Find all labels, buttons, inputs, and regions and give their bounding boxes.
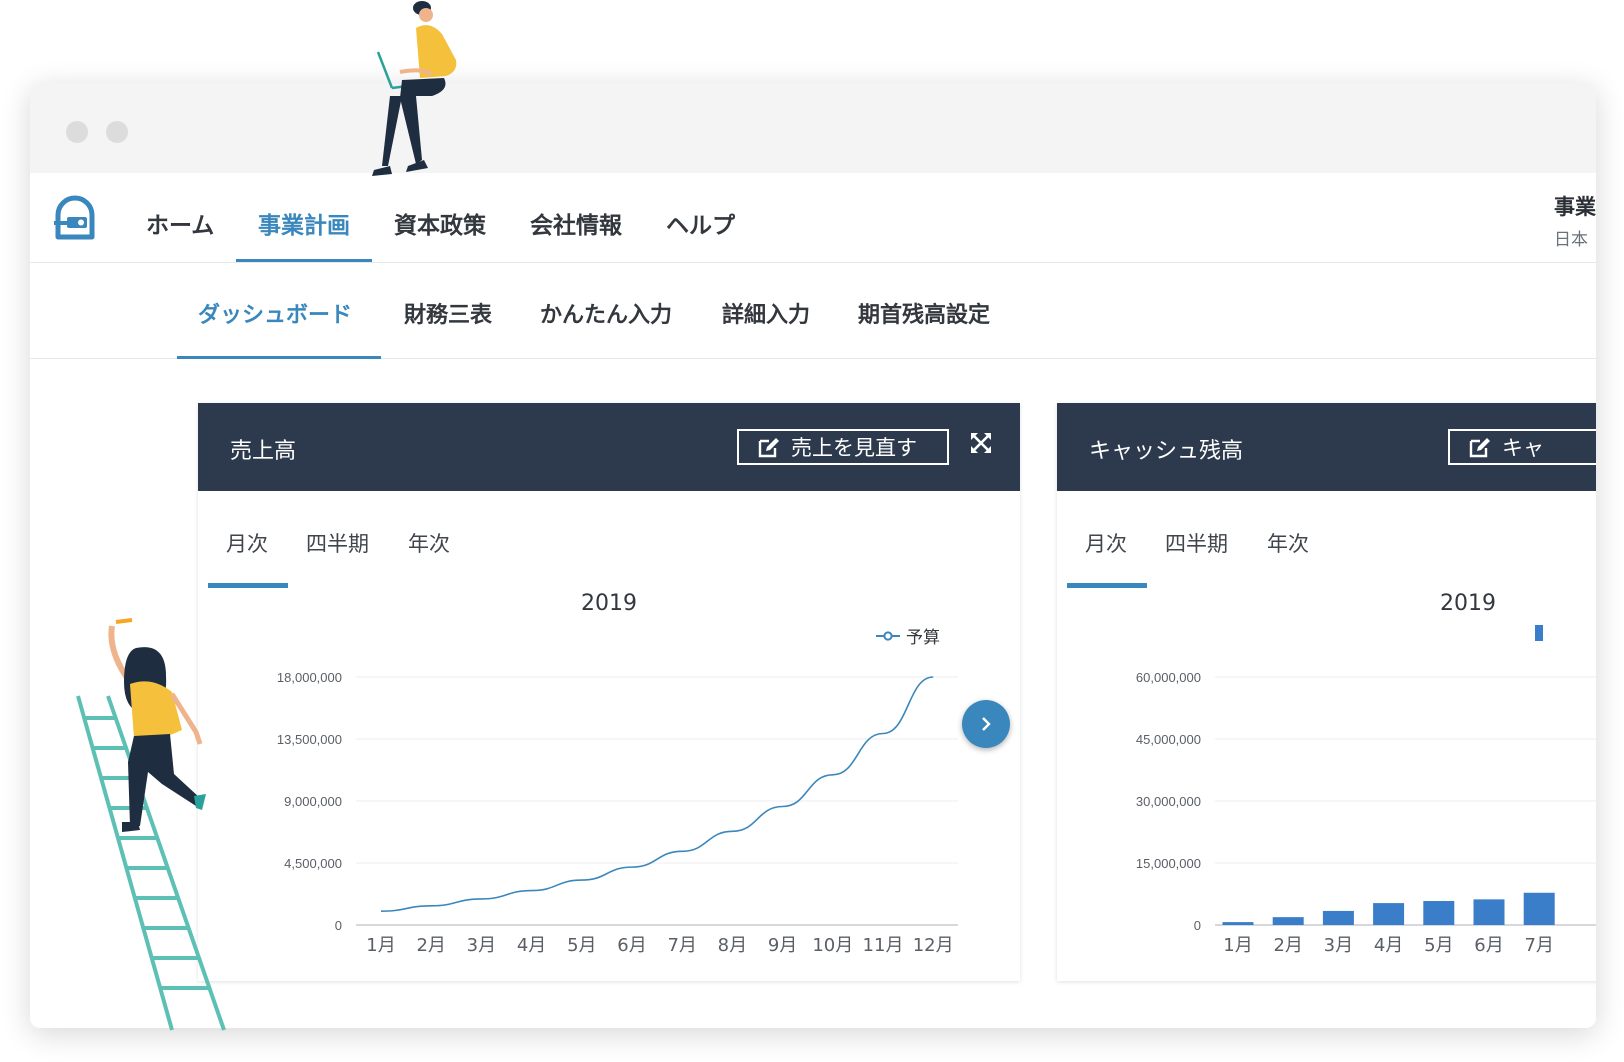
app-window: ホーム 事業計画 資本政策 会社情報 ヘルプ 事業 日本 ダッシュボード 財務三… [30, 83, 1596, 1028]
sales-tab-yearly[interactable]: 年次 [408, 528, 450, 558]
series-line-budget [380, 676, 934, 913]
bar [1322, 910, 1354, 925]
x-tick-label: 1月 [1223, 935, 1252, 956]
x-tick-label: 11月 [863, 935, 904, 956]
x-tick-label: 7月 [1524, 935, 1553, 956]
cash-tab-monthly[interactable]: 月次 [1085, 528, 1127, 558]
main-nav: ホーム 事業計画 資本政策 会社情報 ヘルプ 事業 日本 [30, 173, 1596, 263]
chevron-right-icon [982, 717, 991, 731]
cash-tab-yearly[interactable]: 年次 [1267, 528, 1309, 558]
cash-card-title: キャッシュ残高 [1089, 439, 1244, 464]
bar [1222, 922, 1254, 925]
account-menu[interactable]: 事業 日本 [1554, 191, 1596, 250]
cash-chart-title: 2019 [1440, 591, 1496, 616]
sales-tab-monthly[interactable]: 月次 [226, 528, 268, 558]
sales-card-header: 売上高 売上を見直す [198, 403, 1020, 491]
y-tick-label: 0 [335, 918, 342, 933]
subnav-item-easy-input[interactable]: かんたん入力 [540, 297, 672, 329]
subnav-item-opening-balance[interactable]: 期首残高設定 [858, 297, 990, 329]
bar [1373, 903, 1405, 925]
y-tick-label: 18,000,000 [277, 670, 342, 685]
cash-card-header: キャッシュ残高 キャ [1057, 403, 1596, 491]
account-sub: 日本 [1554, 230, 1588, 250]
x-tick-label: 10月 [812, 935, 853, 956]
x-tick-label: 3月 [467, 935, 496, 956]
nav-item-business-plan[interactable]: 事業計画 [258, 206, 350, 240]
x-tick-label: 5月 [1424, 935, 1453, 956]
illustration-woman-ladder [76, 618, 226, 1031]
app-logo-icon[interactable] [50, 193, 100, 243]
bar [1423, 901, 1455, 925]
review-cash-button[interactable]: キャ [1448, 429, 1596, 465]
sales-line-chart: 18,000,000 13,500,000 9,000,000 4,500,000 0 1… [277, 670, 958, 956]
sales-card: 売上高 売上を見直す 月次 四半期 年次 2019 予算 18,000,000 … [198, 403, 1020, 981]
subnav-item-financial-statements[interactable]: 財務三表 [404, 297, 492, 329]
x-tick-label: 7月 [667, 935, 696, 956]
nav-item-help[interactable]: ヘルプ [666, 206, 735, 240]
account-name: 事業 [1554, 195, 1596, 219]
sales-tab-indicator [208, 583, 288, 588]
x-tick-label: 3月 [1324, 935, 1353, 956]
nav-active-indicator [236, 259, 372, 262]
window-control-close[interactable] [66, 121, 88, 143]
x-tick-label: 5月 [567, 935, 596, 956]
y-tick-label: 9,000,000 [284, 794, 342, 809]
x-tick-label: 4月 [517, 935, 546, 956]
illustration-man-laptop [372, 1, 457, 176]
x-tick-label: 1月 [366, 935, 395, 956]
subnav-active-indicator [177, 356, 381, 359]
cash-card: キャッシュ残高 キャ 月次 四半期 年次 2019 60,000,000 45,0… [1057, 403, 1596, 981]
x-tick-label: 9月 [768, 935, 797, 956]
review-sales-button-label: 売上を見直す [791, 436, 917, 460]
edit-icon [1469, 438, 1490, 458]
sales-tab-quarterly[interactable]: 四半期 [306, 528, 369, 558]
nav-item-capital-policy[interactable]: 資本政策 [394, 206, 486, 240]
x-tick-label: 2月 [1273, 935, 1302, 956]
x-tick-label: 8月 [718, 935, 747, 956]
x-tick-label: 2月 [416, 935, 445, 956]
subnav-item-dashboard[interactable]: ダッシュボード [198, 297, 352, 329]
legend-line-marker-icon [876, 630, 900, 641]
y-tick-label: 0 [1194, 918, 1201, 933]
y-tick-label: 45,000,000 [1136, 732, 1201, 747]
y-tick-label: 15,000,000 [1136, 856, 1201, 871]
cash-bar-chart: 60,000,000 45,000,000 30,000,000 15,000,000… [1136, 670, 1596, 956]
next-chart-button[interactable] [962, 700, 1010, 748]
x-tick-label: 6月 [617, 935, 646, 956]
review-sales-button[interactable]: 売上を見直す [737, 429, 949, 465]
x-tick-label: 6月 [1474, 935, 1503, 956]
x-tick-label: 12月 [913, 935, 954, 956]
sales-card-title: 売上高 [230, 439, 297, 464]
sub-nav: ダッシュボード 財務三表 かんたん入力 詳細入力 期首残高設定 [30, 263, 1596, 359]
cash-tab-quarterly[interactable]: 四半期 [1165, 528, 1228, 558]
edit-icon [758, 438, 779, 458]
sales-chart-title: 2019 [581, 591, 637, 616]
nav-item-company-info[interactable]: 会社情報 [530, 206, 622, 240]
bar [1272, 917, 1304, 925]
review-cash-button-label: キャ [1502, 436, 1544, 460]
y-tick-label: 4,500,000 [284, 856, 342, 871]
bar [1473, 899, 1505, 925]
y-tick-label: 13,500,000 [277, 732, 342, 747]
bar [1523, 892, 1555, 925]
nav-item-home[interactable]: ホーム [146, 206, 214, 240]
y-tick-label: 30,000,000 [1136, 794, 1201, 809]
cash-legend-marker [1535, 625, 1543, 641]
cash-tab-indicator [1067, 583, 1147, 588]
expand-icon[interactable] [969, 431, 993, 455]
y-tick-label: 60,000,000 [1136, 670, 1201, 685]
title-bar [30, 83, 1596, 173]
window-control-minimize[interactable] [106, 121, 128, 143]
x-tick-label: 4月 [1374, 935, 1403, 956]
subnav-item-detailed-input[interactable]: 詳細入力 [722, 297, 810, 329]
